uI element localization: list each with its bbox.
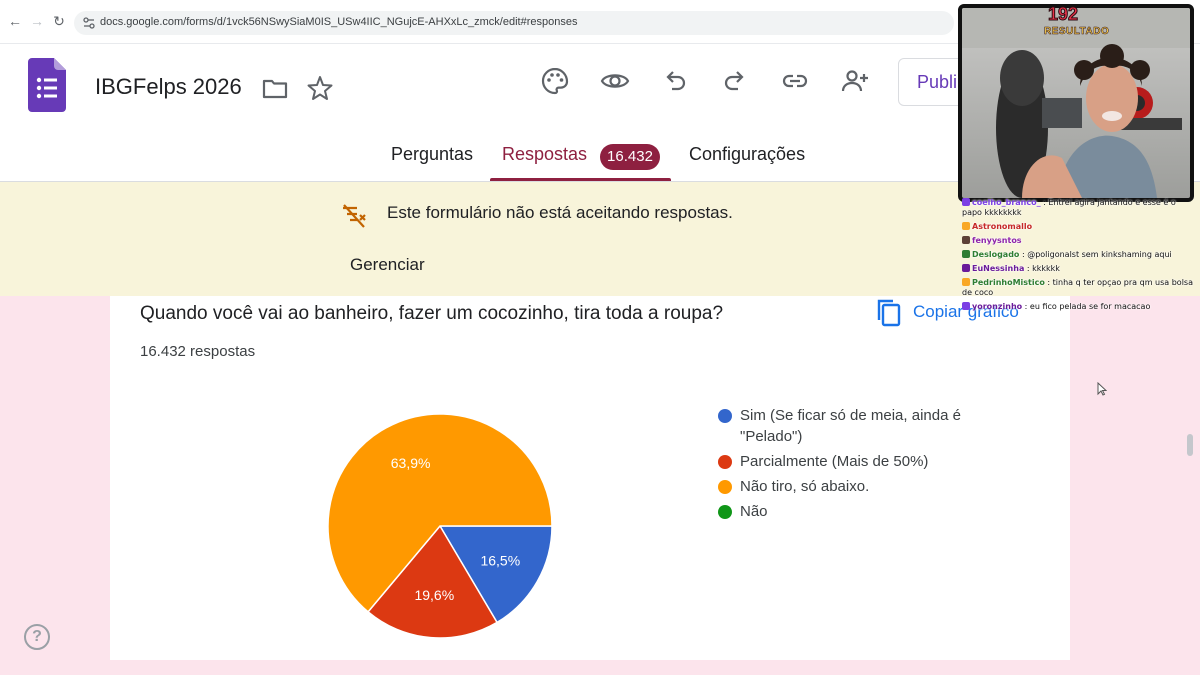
pie-slice-label-1: 19,6% — [414, 587, 454, 603]
folder-icon[interactable] — [261, 74, 289, 102]
responses-pie-chart: 16,5% 19,6% 63,9% — [327, 413, 553, 639]
notice-text: Este formulário não está aceitando respo… — [387, 203, 733, 222]
legend-label: Não — [740, 503, 768, 520]
preview-eye-icon[interactable] — [600, 66, 630, 96]
question-title: Quando você vai ao banheiro, fazer um co… — [140, 303, 724, 324]
copy-chart-icon[interactable] — [876, 298, 902, 328]
chat-badge-icon — [962, 278, 970, 286]
legend-item-2: Não tiro, só abaixo. — [718, 476, 978, 497]
redo-icon[interactable] — [720, 66, 750, 96]
responses-count-badge: 16.432 — [600, 144, 660, 170]
chat-message: yoronzinho : eu fico pelada se for macac… — [962, 302, 1194, 312]
tab-responses[interactable]: Respostas — [502, 144, 587, 165]
scrollbar-thumb[interactable] — [1187, 434, 1193, 456]
chat-badge-icon — [962, 236, 970, 244]
chart-legend: Sim (Se ficar só de meia, ainda é "Pelad… — [718, 405, 978, 526]
pie-slice-label-0: 16,5% — [480, 552, 520, 568]
undo-icon[interactable] — [660, 66, 690, 96]
chat-text: : kkkkkk — [1024, 264, 1060, 273]
chat-username: Astronomallo — [972, 222, 1033, 231]
manage-button[interactable]: Gerenciar — [350, 255, 425, 275]
form-title[interactable]: IBGFelps 2026 — [95, 74, 242, 100]
responses-off-icon — [343, 204, 366, 228]
chat-badge-icon — [962, 250, 970, 258]
chat-message: PedrinhoMistico : tinha q ter opçao pra … — [962, 278, 1194, 298]
add-collaborator-icon[interactable] — [840, 66, 870, 96]
legend-swatch — [718, 505, 732, 519]
legend-label: Sim (Se ficar só de meia, ainda é "Pelad… — [740, 407, 961, 445]
chat-badge-icon — [962, 264, 970, 272]
legend-swatch — [718, 480, 732, 494]
reload-icon[interactable]: ↻ — [50, 12, 68, 30]
url-text: docs.google.com/forms/d/1vck56NSwySiaM0I… — [100, 16, 578, 28]
legend-swatch — [718, 455, 732, 469]
legend-item-1: Parcialmente (Mais de 50%) — [718, 451, 978, 472]
back-icon[interactable]: ← — [6, 12, 24, 30]
site-info-icon[interactable] — [82, 16, 96, 30]
chat-message: coelho_branco_ : Entrei agira jantando e… — [962, 198, 1194, 218]
chat-username: EuNessinha — [972, 264, 1025, 273]
stream-chat: coelho_branco_ : Entrei agira jantando e… — [962, 198, 1194, 316]
chat-username: coelho_branco_ — [972, 198, 1041, 207]
chat-text: : eu fico pelada se for macacao — [1022, 302, 1151, 311]
chat-badge-icon — [962, 302, 970, 310]
tab-questions[interactable]: Perguntas — [391, 144, 473, 165]
active-tab-indicator — [490, 178, 671, 181]
chat-username: PedrinhoMistico — [972, 278, 1045, 287]
chat-message: fenyysntos — [962, 236, 1194, 246]
legend-label: Parcialmente (Mais de 50%) — [740, 453, 929, 470]
google-forms-logo-icon[interactable] — [28, 58, 66, 112]
legend-label: Não tiro, só abaixo. — [740, 478, 870, 495]
tab-settings[interactable]: Configurações — [689, 144, 805, 165]
forward-icon[interactable]: → — [28, 12, 46, 30]
palette-icon[interactable] — [540, 66, 570, 96]
star-icon[interactable] — [306, 74, 334, 102]
chat-badge-icon — [962, 222, 970, 230]
legend-item-3: Não — [718, 501, 978, 522]
chat-username: yoronzinho — [972, 302, 1023, 311]
stream-score-label: RESULTADO — [1044, 26, 1110, 38]
chat-message: Astronomallo — [962, 222, 1194, 232]
help-icon[interactable]: ? — [24, 624, 50, 650]
chat-message: EuNessinha : kkkkkk — [962, 264, 1194, 274]
chat-username: fenyysntos — [972, 236, 1022, 245]
address-bar[interactable]: docs.google.com/forms/d/1vck56NSwySiaM0I… — [74, 11, 954, 35]
chat-username: Deslogado — [972, 250, 1020, 259]
legend-item-0: Sim (Se ficar só de meia, ainda é "Pelad… — [718, 405, 978, 447]
chat-badge-icon — [962, 198, 970, 206]
stream-score: 192 — [1047, 4, 1079, 25]
link-icon[interactable] — [780, 66, 810, 96]
question-summary-card: Quando você vai ao banheiro, fazer um co… — [110, 296, 1070, 660]
pie-slice-label-2: 63,9% — [391, 455, 431, 471]
chat-text: : @poligonalst sem kinkshaming aqui — [1019, 250, 1172, 259]
mouse-cursor-icon — [1097, 382, 1107, 396]
legend-swatch — [718, 409, 732, 423]
response-count: 16.432 respostas — [140, 343, 256, 360]
chat-message: Deslogado : @poligonalst sem kinkshaming… — [962, 250, 1194, 260]
